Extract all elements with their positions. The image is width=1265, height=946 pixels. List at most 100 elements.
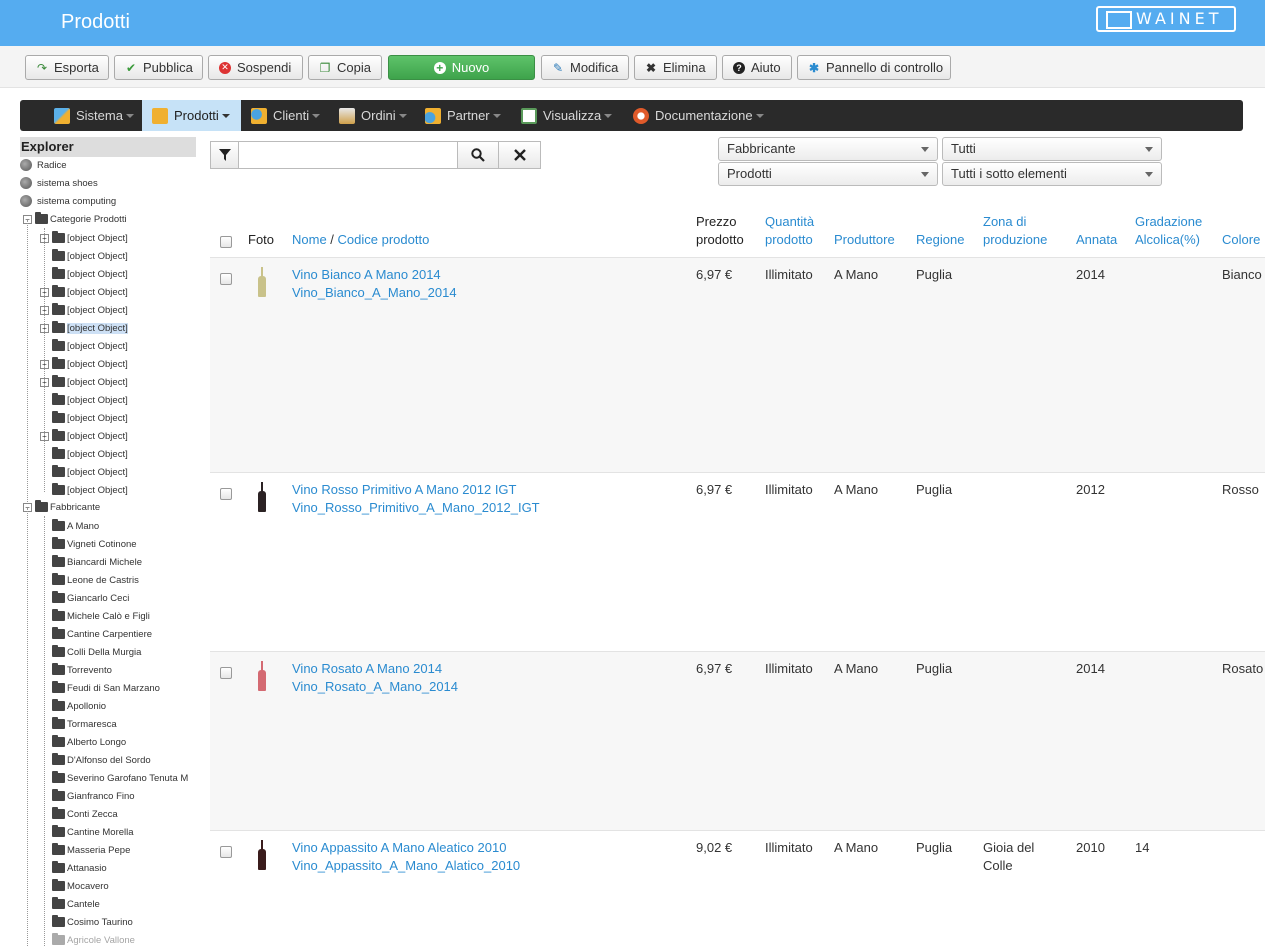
- help-button[interactable]: ? Aiuto: [722, 55, 792, 80]
- tree-manufacturer-item[interactable]: Vigneti Cotinone: [52, 535, 137, 553]
- tree-category-item[interactable]: [object Object]: [40, 265, 128, 283]
- product-code-link[interactable]: Vino_Bianco_A_Mano_2014: [292, 284, 457, 302]
- tree-manufacturer-item[interactable]: Mocavero: [52, 877, 109, 895]
- nav-ordini[interactable]: Ordini: [329, 100, 415, 131]
- bottle-body: [258, 670, 266, 691]
- export-button[interactable]: ↷ Esporta: [25, 55, 109, 80]
- nav-partner[interactable]: Partner: [415, 100, 511, 131]
- search-input[interactable]: [238, 141, 458, 169]
- nav-documentazione[interactable]: Documentazione: [623, 100, 783, 131]
- nav-prodotti[interactable]: Prodotti: [142, 100, 241, 131]
- product-name-link[interactable]: Vino Bianco A Mano 2014: [292, 266, 441, 284]
- tree-manufacturer-item[interactable]: Tormaresca: [52, 715, 117, 733]
- tree-manufacturer-item[interactable]: Feudi di San Marzano: [52, 679, 160, 697]
- col-annata[interactable]: Annata: [1076, 231, 1117, 249]
- col-produttore[interactable]: Produttore: [834, 231, 895, 249]
- tree-manufacturer-item[interactable]: Cantele: [52, 895, 100, 913]
- table-row[interactable]: Vino Rosato A Mano 2014 Vino_Rosato_A_Man…: [210, 651, 1265, 830]
- tree-manufacturer-item[interactable]: Conti Zecca: [52, 805, 118, 823]
- row-checkbox[interactable]: [220, 488, 232, 500]
- tree-manufacturer-item[interactable]: Attanasio: [52, 859, 107, 877]
- filter-value-select[interactable]: Tutti: [942, 137, 1162, 161]
- control-panel-button[interactable]: ✱ Pannello di controllo: [797, 55, 951, 80]
- table-row[interactable]: Vino Bianco A Mano 2014 Vino_Bianco_A_Man…: [210, 257, 1265, 472]
- filter-button[interactable]: [210, 141, 239, 169]
- tree-category-item[interactable]: [object Object]: [40, 445, 128, 463]
- suspend-button[interactable]: ✕ Sospendi: [208, 55, 303, 80]
- tree-label: [object Object]: [67, 232, 128, 244]
- tree-manufacturer-item[interactable]: Michele Calò e Figli: [52, 607, 150, 625]
- tree-manufacturer-item[interactable]: Alberto Longo: [52, 733, 126, 751]
- tree-manufacturer-item[interactable]: A Mano: [52, 517, 99, 535]
- col-colore[interactable]: Colore: [1222, 231, 1260, 249]
- tree-categories-node[interactable]: − Categorie Prodotti: [23, 210, 127, 228]
- nav-clienti[interactable]: Clienti: [241, 100, 329, 131]
- tree-manufacturer-item[interactable]: Agricole Vallone: [52, 931, 135, 946]
- product-name-link[interactable]: Vino Appassito A Mano Aleatico 2010: [292, 839, 506, 857]
- tree-category-item[interactable]: [object Object]: [40, 409, 128, 427]
- tree-category-item[interactable]: [object Object]: [40, 463, 128, 481]
- product-code-link[interactable]: Vino_Rosato_A_Mano_2014: [292, 678, 458, 696]
- tree-manufacturer-item[interactable]: Apollonio: [52, 697, 106, 715]
- tree-manufacturer-item[interactable]: Colli Della Murgia: [52, 643, 141, 661]
- search-button[interactable]: [457, 141, 499, 169]
- product-code-link[interactable]: Vino_Rosso_Primitivo_A_Mano_2012_IGT: [292, 499, 540, 517]
- tree-root-item[interactable]: Radice: [20, 156, 67, 174]
- select-all-checkbox[interactable]: [220, 236, 232, 248]
- row-checkbox[interactable]: [220, 667, 232, 679]
- row-checkbox[interactable]: [220, 846, 232, 858]
- tree-category-item[interactable]: + [object Object]: [40, 373, 128, 391]
- tree-category-item[interactable]: [object Object]: [40, 391, 128, 409]
- product-photo[interactable]: [258, 661, 266, 691]
- delete-button[interactable]: ✖ Elimina: [634, 55, 717, 80]
- table-row[interactable]: Vino Rosso Primitivo A Mano 2012 IGT Vino…: [210, 472, 1265, 651]
- col-zona[interactable]: Zona di produzione: [983, 213, 1047, 249]
- tree-category-item[interactable]: + [object Object]: [40, 319, 128, 337]
- tree-category-item[interactable]: + [object Object]: [40, 427, 128, 445]
- tree-manufacturer-item[interactable]: Cantine Morella: [52, 823, 134, 841]
- tree-manufacturer-item[interactable]: Torrevento: [52, 661, 112, 679]
- tree-category-item[interactable]: [object Object]: [40, 337, 128, 355]
- col-quantita[interactable]: Quantità prodotto: [765, 213, 814, 249]
- filter-field-select[interactable]: Fabbricante: [718, 137, 938, 161]
- product-photo[interactable]: [258, 267, 266, 297]
- tree-manufacturers-node[interactable]: − Fabbricante: [23, 498, 100, 516]
- tree-manufacturer-item[interactable]: Severino Garofano Tenuta M: [52, 769, 188, 787]
- tree-category-item[interactable]: + [object Object]: [40, 301, 128, 319]
- table-row[interactable]: Vino Appassito A Mano Aleatico 2010 Vino_…: [210, 830, 1265, 946]
- tree-category-item[interactable]: [object Object]: [40, 481, 128, 499]
- tree-category-item[interactable]: + [object Object]: [40, 229, 128, 247]
- copy-button[interactable]: ❐ Copia: [308, 55, 382, 80]
- tree-manufacturer-item[interactable]: D'Alfonso del Sordo: [52, 751, 151, 769]
- tree-manufacturer-item[interactable]: Cantine Carpentiere: [52, 625, 152, 643]
- tree-manufacturer-item[interactable]: Giancarlo Ceci: [52, 589, 129, 607]
- tree-category-item[interactable]: [object Object]: [40, 247, 128, 265]
- col-gradazione[interactable]: Gradazione Alcolica(%): [1135, 213, 1202, 249]
- product-name-link[interactable]: Vino Rosato A Mano 2014: [292, 660, 442, 678]
- product-photo[interactable]: [258, 840, 266, 870]
- product-name-link[interactable]: Vino Rosso Primitivo A Mano 2012 IGT: [292, 481, 516, 499]
- tree-category-item[interactable]: + [object Object]: [40, 283, 128, 301]
- tree-manufacturer-item[interactable]: Cosimo Taurino: [52, 913, 133, 931]
- nav-visualizza[interactable]: Visualizza: [511, 100, 623, 131]
- item-type-select[interactable]: Prodotti: [718, 162, 938, 186]
- tree-connector: [44, 516, 45, 946]
- product-photo[interactable]: [258, 482, 266, 512]
- col-regione[interactable]: Regione: [916, 231, 964, 249]
- edit-button[interactable]: ✎ Modifica: [541, 55, 629, 80]
- clear-search-button[interactable]: [498, 141, 541, 169]
- publish-button[interactable]: ✔ Pubblica: [114, 55, 203, 80]
- tree-manufacturer-item[interactable]: Biancardi Michele: [52, 553, 142, 571]
- tree-manufacturer-item[interactable]: Masseria Pepe: [52, 841, 130, 859]
- tree-category-item[interactable]: + [object Object]: [40, 355, 128, 373]
- product-code-link[interactable]: Vino_Appassito_A_Mano_Alatico_2010: [292, 857, 520, 875]
- new-button[interactable]: + Nuovo: [388, 55, 535, 80]
- row-checkbox[interactable]: [220, 273, 232, 285]
- tree-manufacturer-item[interactable]: Gianfranco Fino: [52, 787, 135, 805]
- tree-manufacturer-item[interactable]: Leone de Castris: [52, 571, 139, 589]
- sort-codice-link[interactable]: Codice prodotto: [338, 232, 430, 247]
- sort-nome-link[interactable]: Nome: [292, 232, 327, 247]
- tree-root-item[interactable]: sistema shoes: [20, 174, 98, 192]
- tree-root-item[interactable]: sistema computing: [20, 192, 116, 210]
- subitems-select[interactable]: Tutti i sotto elementi: [942, 162, 1162, 186]
